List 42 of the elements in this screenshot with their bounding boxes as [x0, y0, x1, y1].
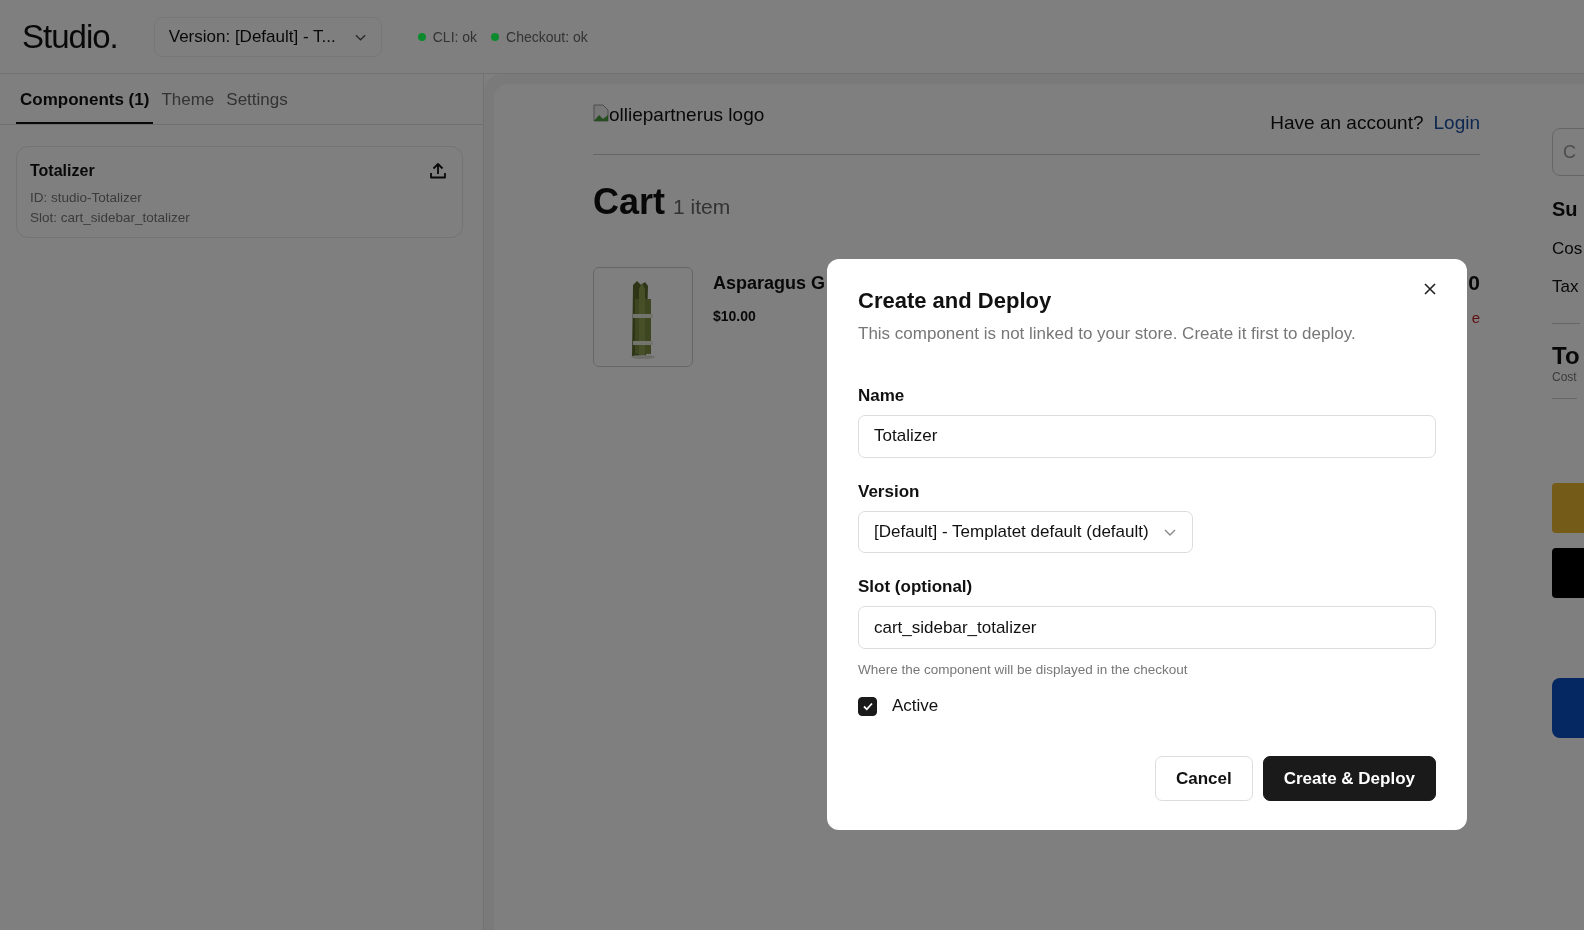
- studio-logo: Studio.: [22, 17, 118, 56]
- name-field[interactable]: Totalizer: [858, 415, 1436, 458]
- checkbox-label: Active: [892, 696, 939, 716]
- field-label: Version: [858, 481, 920, 502]
- total-label: To: [1552, 323, 1580, 370]
- component-slot: Slot: cart_sidebar_totalizer: [30, 210, 448, 225]
- tab[interactable]: Components (1): [16, 74, 154, 124]
- tab[interactable]: Settings: [222, 74, 292, 124]
- broken-image-icon: [593, 104, 609, 122]
- version-select[interactable]: Version: [Default] - T...: [153, 16, 382, 57]
- dialog-title: Create and Deploy: [858, 288, 1052, 314]
- component-name: Totalizer: [30, 162, 95, 180]
- total-note: Cost: [1552, 370, 1577, 399]
- item-count: 1 item: [673, 195, 731, 219]
- logo-alt-text: olliepartnerus logo: [609, 104, 765, 126]
- field-help-text: Where the component will be displayed in the checkout: [858, 662, 1188, 677]
- line-total: 0: [1468, 271, 1480, 295]
- close-icon[interactable]: [1423, 282, 1437, 296]
- summary-heading: Su: [1552, 198, 1578, 221]
- status-label: CLI: ok: [432, 28, 478, 45]
- summary-line: Tax: [1552, 277, 1579, 297]
- version-dropdown[interactable]: [Default] - Templatet default (default): [858, 510, 1193, 554]
- upload-icon[interactable]: [428, 161, 448, 181]
- summary-line: Cos: [1552, 239, 1583, 259]
- slot-field[interactable]: cart_sidebar_totalizer: [858, 606, 1436, 649]
- cart-title: Cart: [593, 181, 666, 223]
- create-deploy-button[interactable]: Create & Deploy: [1262, 756, 1436, 801]
- check-icon: [861, 700, 874, 712]
- cancel-button[interactable]: Cancel: [1154, 756, 1253, 801]
- tab[interactable]: Theme: [157, 74, 219, 124]
- status-label: Checkout: ok: [506, 28, 588, 45]
- product-name: Asparagus G: [713, 273, 826, 294]
- active-checkbox[interactable]: [858, 696, 877, 716]
- product-price: $10.00: [713, 308, 756, 324]
- login-link[interactable]: Login: [1433, 112, 1480, 134]
- field-label: Slot (optional): [858, 577, 973, 598]
- field-label: Name: [858, 386, 905, 406]
- remove-link[interactable]: e: [1471, 309, 1480, 326]
- dialog-description: This component is not linked to your store. Create it first to deploy.: [858, 324, 1356, 344]
- component-card[interactable]: Totalizer ID: studio-Totalizer Slot: cart_sidebar_totalizer: [16, 146, 463, 238]
- account-prompt: Have an account?: [1270, 112, 1424, 134]
- component-id: ID: studio-Totalizer: [30, 190, 143, 205]
